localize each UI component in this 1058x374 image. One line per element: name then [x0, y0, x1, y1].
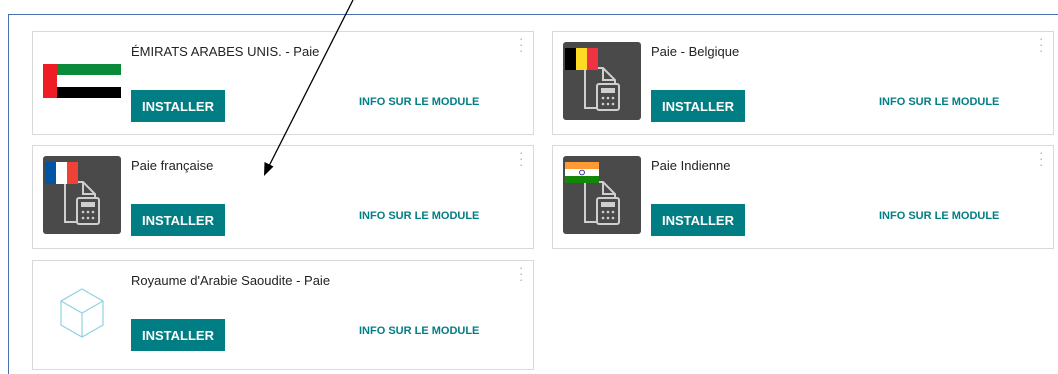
install-button[interactable]: INSTALLER — [651, 204, 745, 236]
module-info-link[interactable]: INFO SUR LE MODULE — [359, 210, 479, 222]
module-title: Royaume d'Arabie Saoudite - Paie — [131, 273, 331, 288]
module-info-link[interactable]: INFO SUR LE MODULE — [359, 96, 479, 108]
module-card-indian-payroll[interactable]: Paie Indienne · · · INSTALLER INFO SUR LE … — [552, 145, 1054, 249]
module-title: Paie Indienne — [651, 158, 731, 173]
module-card-saudi-payroll[interactable]: Royaume d'Arabie Saoudite - Paie · · · INS… — [32, 260, 534, 370]
belgium-payroll-icon — [563, 42, 641, 120]
module-title: Paie française — [131, 158, 214, 173]
uae-flag-icon — [43, 64, 121, 98]
india-payroll-icon — [563, 156, 641, 234]
install-button[interactable]: INSTALLER — [131, 204, 225, 236]
card-menu-icon[interactable]: · · · — [519, 261, 523, 286]
module-title: ÉMIRATS ARABES UNIS. - Paie — [131, 44, 320, 59]
card-menu-icon[interactable]: · · · — [1039, 146, 1043, 171]
card-menu-icon[interactable]: · · · — [519, 32, 523, 57]
install-button[interactable]: INSTALLER — [131, 319, 225, 351]
card-menu-icon[interactable]: · · · — [1039, 32, 1043, 57]
install-button[interactable]: INSTALLER — [651, 90, 745, 122]
france-payroll-icon — [43, 156, 121, 234]
module-card-uae-payroll[interactable]: ÉMIRATS ARABES UNIS. - Paie · · · INSTALLE… — [32, 31, 534, 135]
module-title: Paie - Belgique — [651, 44, 740, 59]
module-card-french-payroll[interactable]: Paie française · · · INSTALLER INFO SUR LE… — [32, 145, 534, 249]
install-button[interactable]: INSTALLER — [131, 90, 225, 122]
cube-icon — [60, 288, 104, 338]
module-info-link[interactable]: INFO SUR LE MODULE — [879, 96, 999, 108]
module-info-link[interactable]: INFO SUR LE MODULE — [879, 210, 999, 222]
module-card-belgium-payroll[interactable]: Paie - Belgique · · · INSTALLER INFO SUR L… — [552, 31, 1054, 135]
module-info-link[interactable]: INFO SUR LE MODULE — [359, 325, 479, 337]
card-menu-icon[interactable]: · · · — [519, 146, 523, 171]
